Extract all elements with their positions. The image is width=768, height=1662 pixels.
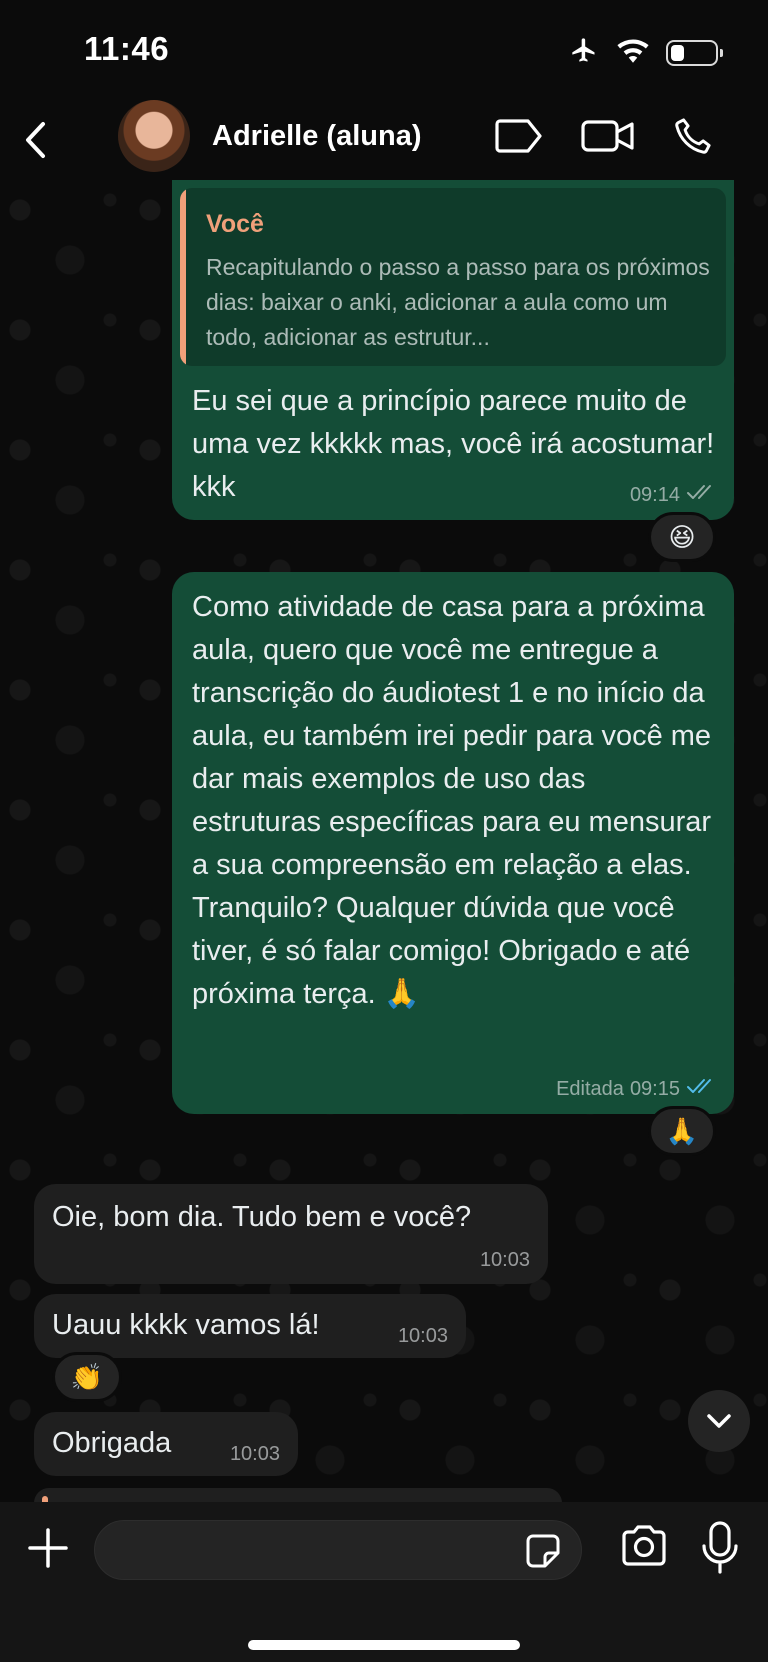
reaction-emoji: 👏 [70,1361,104,1392]
contact-name[interactable]: Adrielle (aluna) [212,120,422,153]
wifi-icon [616,37,650,68]
message-text: Obrigada [52,1427,172,1459]
message-text: Uauu kkkk vamos lá! [52,1309,320,1341]
reaction-emoji: 🙏 [665,1115,699,1146]
quote-accent-bar [180,188,186,366]
scroll-to-bottom-button[interactable] [688,1390,750,1452]
message-input[interactable] [94,1520,582,1580]
label-tag-icon[interactable] [494,112,544,160]
message-meta: Editada 09:15 [556,1076,718,1102]
sticker-icon[interactable] [525,1533,561,1569]
avatar[interactable] [118,100,190,172]
battery-level [671,44,685,61]
plus-icon[interactable] [24,1524,72,1572]
microphone-icon[interactable] [698,1520,742,1576]
message-meta: 09:14 [630,482,718,508]
status-bar: 11:46 [0,0,768,100]
message-time: 09:14 [629,483,680,506]
message-time: 10:03 [229,1443,280,1465]
reaction-badge[interactable]: 🙏 [648,1106,716,1156]
message-text: Como atividade de casa para a próxima au… [192,591,712,1010]
message-time: 10:03 [479,1249,530,1271]
quote-text: Recapitulando o passo a passo para os pr… [206,254,710,350]
status-time: 11:46 [84,30,170,67]
airplane-mode-icon [568,36,600,69]
camera-icon[interactable] [620,1524,668,1572]
message-bubble-outgoing[interactable]: Como atividade de casa para a próxima au… [172,572,734,1114]
message-bubble-outgoing[interactable]: Você Recapitulando o passo a passo para … [172,180,734,520]
message-time: 10:03 [397,1325,448,1347]
message-text: Oie, bom dia. Tudo bem e você? [52,1201,472,1233]
quote-author: Você [206,210,264,238]
quoted-message[interactable]: Você Recapitulando o passo a passo para … [180,188,726,366]
reaction-badge[interactable]: 😆 [648,512,716,562]
reaction-badge[interactable]: 👏 [52,1352,122,1402]
double-check-icon [686,482,718,508]
double-check-read-icon [686,1076,718,1102]
message-time: 09:15 [629,1077,680,1100]
message-bubble-incoming[interactable]: Uauu kkkk vamos lá! 10:03 [34,1294,466,1358]
message-meta: 10:03 [480,1249,530,1272]
phone-call-icon[interactable] [672,112,714,160]
battery-icon [666,39,723,66]
chevron-down-icon [707,1414,731,1428]
back-chevron-icon[interactable] [14,112,58,168]
message-bubble-incoming[interactable]: Obrigada 10:03 [34,1412,298,1476]
status-icons [568,36,723,69]
reaction-emoji: 😆 [668,521,696,552]
edited-label: Editada [556,1077,624,1100]
message-bubble-incoming[interactable]: Oie, bom dia. Tudo bem e você? 10:03 [34,1184,548,1284]
message-meta: 10:03 [398,1325,448,1348]
message-meta: 10:03 [230,1443,280,1466]
video-call-icon[interactable] [580,112,636,160]
chat-header: Adrielle (aluna) [0,100,768,180]
message-composer [0,1502,768,1662]
home-indicator [248,1640,520,1650]
